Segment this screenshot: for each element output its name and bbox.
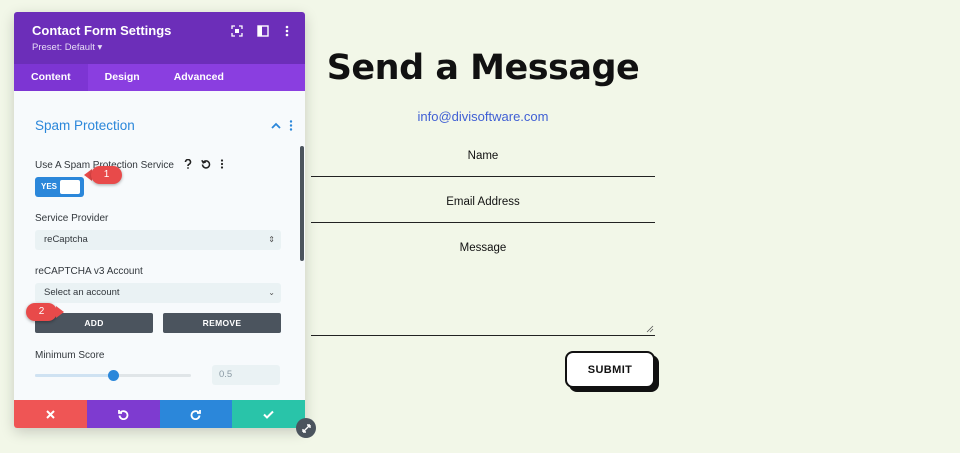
preset-selector[interactable]: Preset: Default ▾	[32, 42, 102, 53]
field-more-icon[interactable]	[220, 159, 224, 169]
select-updown-icon: ⇕	[268, 235, 275, 244]
email-field-label: Email Address	[446, 196, 520, 208]
remove-account-button[interactable]: REMOVE	[163, 313, 281, 333]
recaptcha-account-select[interactable]: Select an account ⌄	[35, 283, 281, 303]
more-icon[interactable]	[280, 24, 294, 38]
section-controls	[271, 120, 293, 131]
spam-label-controls	[184, 159, 224, 169]
service-provider-select[interactable]: reCaptcha ⇕	[35, 230, 281, 250]
slider-thumb[interactable]	[107, 370, 119, 381]
page-heading: Send a Message	[326, 48, 640, 88]
recaptcha-account-value: Select an account	[44, 287, 120, 298]
section-title[interactable]: Spam Protection	[35, 118, 135, 133]
panel-title: Contact Form Settings	[32, 23, 172, 38]
close-icon	[46, 409, 55, 419]
panel-header: Contact Form Settings Preset: Default ▾	[14, 12, 305, 64]
check-icon	[263, 410, 274, 419]
slider-fill	[35, 374, 113, 377]
tab-content[interactable]: Content	[14, 64, 88, 91]
help-icon[interactable]	[184, 159, 192, 169]
badge-2-pointer	[56, 306, 64, 318]
undo-button[interactable]	[86, 400, 160, 428]
message-field-label: Message	[459, 242, 507, 254]
toggle-yes-text: YES	[41, 182, 58, 191]
panel-scrollbar[interactable]	[300, 146, 304, 261]
minimum-score-slider[interactable]	[35, 370, 191, 381]
redo-button[interactable]	[159, 400, 233, 428]
panel-resize-handle[interactable]	[296, 418, 316, 438]
spam-protection-toggle[interactable]: YES	[35, 177, 84, 197]
panel-footer	[14, 400, 305, 428]
recaptcha-account-label: reCAPTCHA v3 Account	[35, 266, 143, 277]
tab-advanced[interactable]: Advanced	[157, 64, 241, 91]
resize-icon	[301, 423, 311, 433]
section-more-icon[interactable]	[289, 120, 293, 131]
save-button[interactable]	[232, 400, 305, 428]
submit-button[interactable]: SUBMIT	[565, 351, 655, 388]
panel-tabs: Content Design Advanced	[14, 64, 305, 91]
settings-panel: Contact Form Settings Preset: Default ▾ …	[14, 12, 305, 428]
chevron-up-icon[interactable]	[271, 122, 281, 129]
undo-icon	[117, 409, 128, 420]
name-field-label: Name	[467, 150, 499, 162]
discard-button[interactable]	[14, 400, 87, 428]
focus-icon[interactable]	[230, 24, 244, 38]
name-field[interactable]: Name	[311, 150, 655, 177]
split-view-icon[interactable]	[256, 24, 270, 38]
redo-icon	[191, 409, 202, 420]
message-field[interactable]: Message	[311, 242, 655, 336]
toggle-knob	[60, 180, 80, 194]
panel-body: Spam Protection Use A Spam Protection Se…	[14, 91, 305, 400]
service-provider-label: Service Provider	[35, 213, 109, 224]
reset-icon[interactable]	[201, 159, 211, 169]
email-field[interactable]: Email Address	[311, 196, 655, 223]
minimum-score-label: Minimum Score	[35, 350, 105, 361]
contact-email-link[interactable]: info@divisoftware.com	[311, 109, 655, 124]
tab-design[interactable]: Design	[88, 64, 157, 91]
annotation-badge-1: 1	[91, 166, 122, 184]
chevron-down-icon: ⌄	[268, 288, 275, 297]
minimum-score-input[interactable]: 0.5	[212, 365, 280, 385]
service-provider-value: reCaptcha	[44, 234, 88, 245]
annotation-badge-2: 2	[26, 303, 57, 321]
textarea-resize-icon[interactable]	[646, 325, 654, 333]
